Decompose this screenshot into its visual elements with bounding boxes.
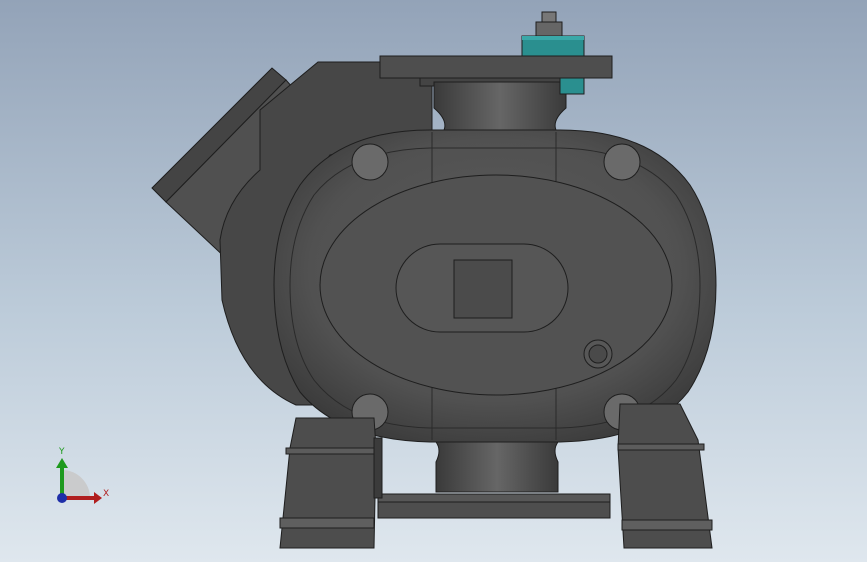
left-foot [279, 417, 383, 549]
x-axis-label: X [103, 489, 109, 499]
right-foot [617, 403, 713, 549]
top-neck [433, 81, 567, 131]
base-flange [377, 493, 611, 503]
y-axis-label: Y [58, 447, 65, 457]
model-view[interactable]: Y X [0, 0, 867, 562]
z-axis-dot [57, 493, 67, 503]
bottom-neck [435, 441, 559, 493]
coordinate-triad: Y X [56, 447, 109, 504]
top-flange [379, 55, 613, 79]
terminal-cover [453, 259, 513, 319]
graphics-viewport[interactable]: Y X [0, 0, 867, 562]
